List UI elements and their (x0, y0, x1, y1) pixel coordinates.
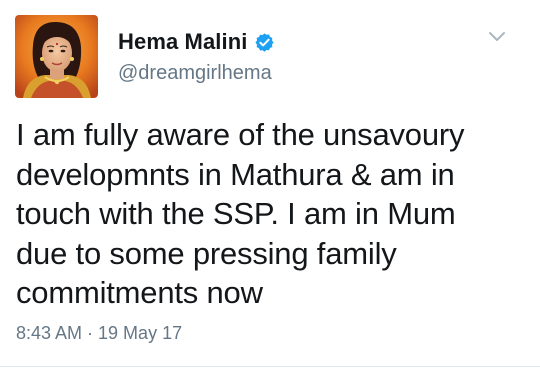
tweet-text: I am fully aware of the unsavoury develo… (16, 117, 465, 310)
verified-badge-icon (254, 32, 275, 53)
author-handle[interactable]: @dreamgirlhema (118, 62, 272, 85)
author-name-row[interactable]: Hema Malini (118, 28, 275, 56)
display-name[interactable]: Hema Malini (118, 29, 247, 55)
chevron-down-icon[interactable] (487, 30, 507, 44)
divider (0, 366, 540, 367)
tweet-timestamp[interactable]: 8:43 AM · 19 May 17 (16, 323, 182, 344)
tweet-card: Hema Malini @dreamgirlhema I am fully aw… (0, 0, 540, 369)
profile-photo (15, 15, 98, 98)
avatar[interactable] (15, 15, 98, 98)
